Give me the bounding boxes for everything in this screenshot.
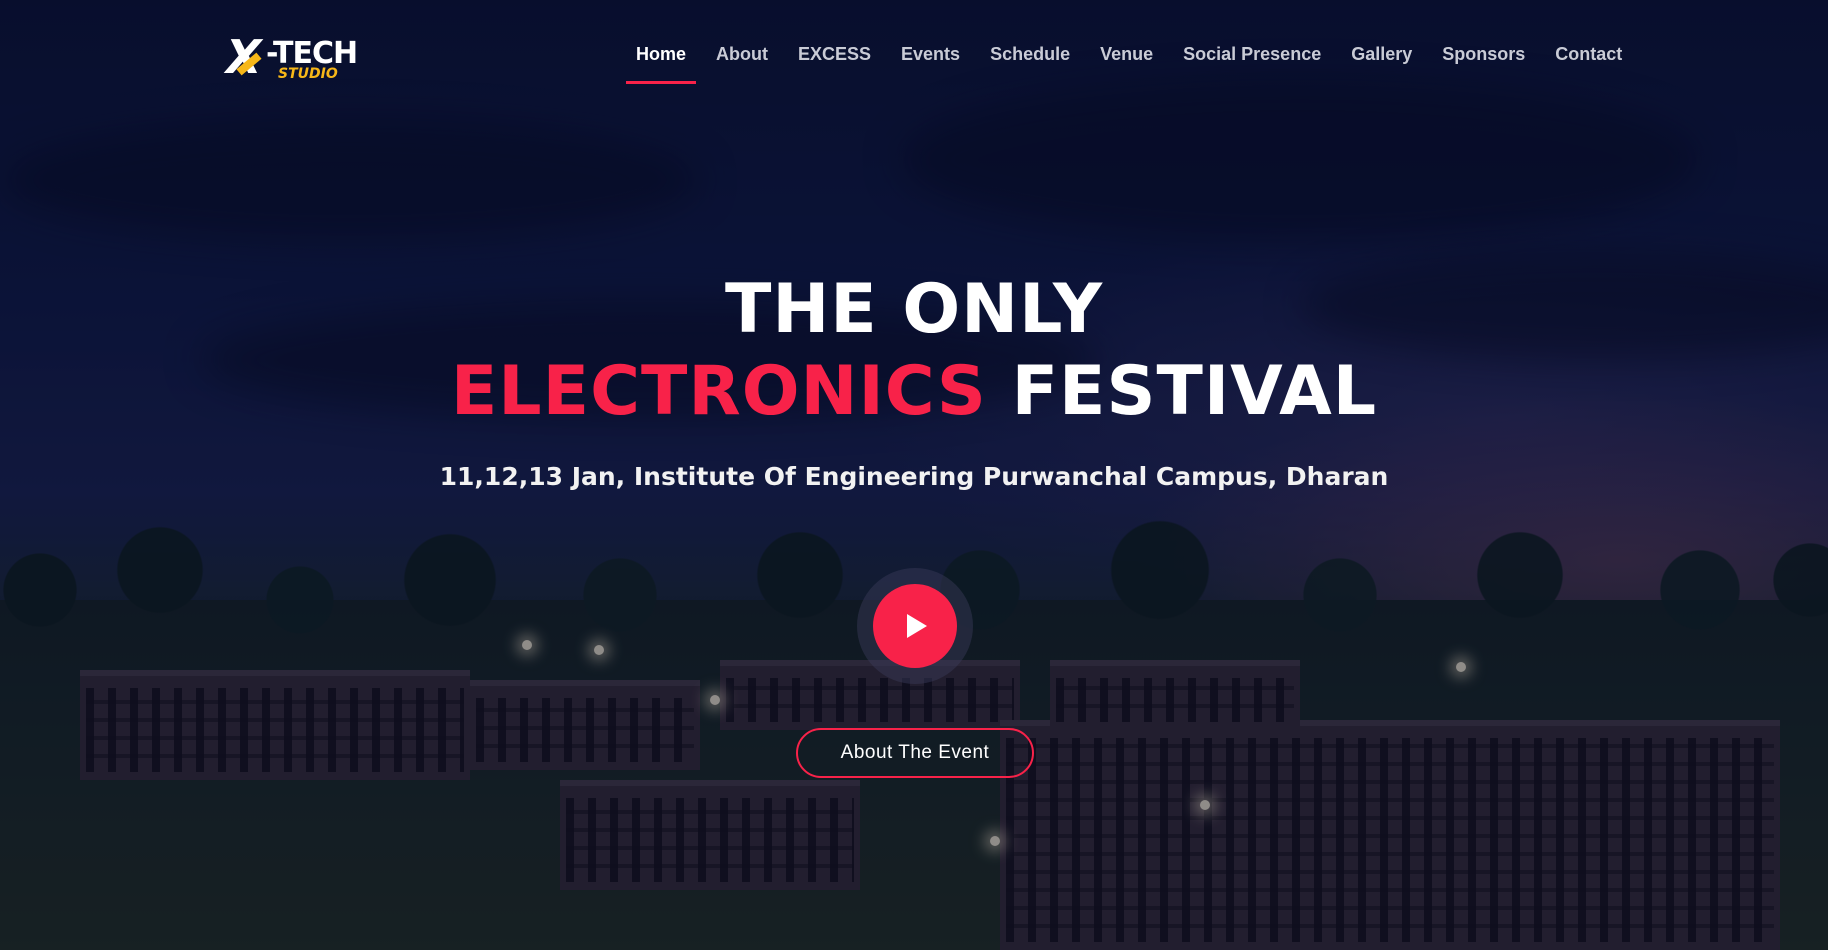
nav-item-gallery[interactable]: Gallery xyxy=(1341,40,1422,78)
site-header: X -TECH STUDIO Home About EXCESS Events … xyxy=(0,0,1828,110)
hero-title-accent: ELECTRONICS xyxy=(450,352,987,431)
play-icon xyxy=(907,614,927,638)
nav-item-home[interactable]: Home xyxy=(626,40,697,84)
xtech-logo[interactable]: X -TECH STUDIO xyxy=(226,34,366,84)
nav-item-schedule[interactable]: Schedule xyxy=(980,40,1080,78)
hero-title-rest: FESTIVAL xyxy=(986,352,1378,431)
main-nav: Home About EXCESS Events Schedule Venue … xyxy=(626,40,1642,84)
nav-item-venue[interactable]: Venue xyxy=(1090,40,1163,78)
hero-subtitle: 11,12,13 Jan, Institute Of Engineering P… xyxy=(439,462,1389,491)
nav-item-events[interactable]: Events xyxy=(891,40,970,78)
hero-content: THE ONLY ELECTRONICS FESTIVAL 11,12,13 J… xyxy=(0,270,1828,491)
hero-title-line2: ELECTRONICS FESTIVAL xyxy=(0,350,1828,434)
hero-section: X -TECH STUDIO Home About EXCESS Events … xyxy=(0,0,1828,950)
nav-item-sponsors[interactable]: Sponsors xyxy=(1432,40,1535,78)
logo-mark: X xyxy=(226,30,262,84)
play-button-ring xyxy=(857,568,973,684)
nav-item-social-presence[interactable]: Social Presence xyxy=(1173,40,1331,78)
about-event-button[interactable]: About The Event xyxy=(796,728,1034,778)
hero-title-line1: THE ONLY xyxy=(724,270,1104,349)
play-video-button[interactable] xyxy=(873,584,957,668)
nav-item-contact[interactable]: Contact xyxy=(1545,40,1632,78)
nav-item-about[interactable]: About xyxy=(706,40,778,78)
logo-subtext: STUDIO xyxy=(278,66,338,82)
nav-item-excess[interactable]: EXCESS xyxy=(788,40,881,78)
